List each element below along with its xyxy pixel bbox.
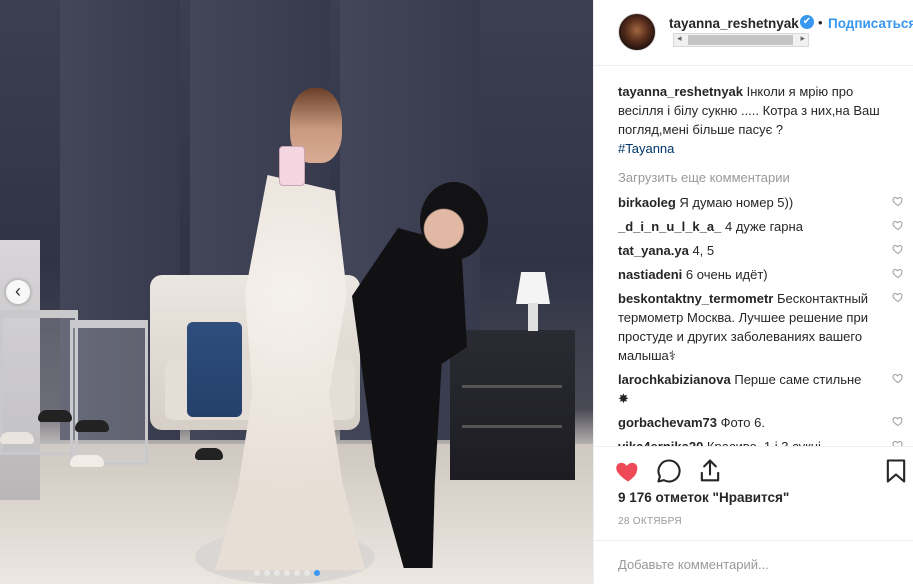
drawer-line: [462, 385, 562, 388]
hashtag-link[interactable]: #Tayanna: [618, 141, 674, 156]
likes-count[interactable]: 9 176 отметок "Нравится": [618, 490, 789, 505]
comment-row: nastiadeni 6 очень идёт): [618, 265, 903, 284]
carousel-dot: [284, 570, 290, 576]
comment-row: tat_yana.ya 4, 5: [618, 241, 903, 260]
comment-username[interactable]: tat_yana.ya: [618, 243, 689, 258]
post-header: tayanna_reshetnyak ✔ • Подписаться ◂ ▸: [594, 0, 913, 66]
drawer-line: [462, 425, 562, 428]
comment-row: vika4ernika20 Красиво, 1 і 3 сукні: [618, 437, 903, 446]
phone: [279, 146, 305, 186]
comment-row: _d_i_n_u_l_k_a_ 4 дуже гарна: [618, 217, 903, 236]
scroll-right-icon[interactable]: ▸: [800, 33, 805, 44]
comment-username[interactable]: beskontaktny_termometr: [618, 291, 773, 306]
action-bar: [594, 446, 913, 496]
comment-username[interactable]: vika4ernika20: [618, 439, 703, 446]
carousel-dot: [254, 570, 260, 576]
post-sidebar: tayanna_reshetnyak ✔ • Подписаться ◂ ▸ t…: [593, 0, 913, 584]
share-icon[interactable]: [696, 457, 724, 485]
lamp-base: [528, 303, 538, 331]
comment-row: larochkabizianova Перше саме стильне ✸: [618, 370, 903, 408]
verified-badge-icon: ✔: [800, 15, 814, 29]
comment-like-heart-icon[interactable]: [892, 415, 904, 427]
shoe: [70, 455, 104, 467]
comment-text: 4 дуже гарна: [724, 219, 803, 234]
shoe: [75, 420, 109, 432]
follow-button[interactable]: Подписаться: [828, 16, 913, 31]
carousel-dot: [314, 570, 320, 576]
comments-list: tayanna_reshetnyak Інколи я мрію про вес…: [618, 82, 903, 446]
add-comment-bar: [594, 540, 913, 584]
carousel-dot: [304, 570, 310, 576]
load-more-comments[interactable]: Загрузить еще комментарии: [618, 168, 894, 187]
comment-like-heart-icon[interactable]: [892, 267, 904, 279]
comment-like-heart-icon[interactable]: [892, 243, 904, 255]
comment-like-heart-icon[interactable]: [892, 372, 904, 384]
comment-like-heart-icon[interactable]: [892, 219, 904, 231]
assistant-head: [420, 182, 488, 260]
comment-text: 4, 5: [692, 243, 715, 258]
caption: tayanna_reshetnyak Інколи я мрію про вес…: [618, 82, 894, 158]
comment-bubble-icon[interactable]: [655, 457, 683, 485]
comment-username[interactable]: nastiadeni: [618, 267, 682, 282]
carousel-dots: [254, 570, 320, 576]
carousel-dot: [264, 570, 270, 576]
comment-row: birkaoleg Я думаю номер 5)): [618, 193, 903, 212]
comment-text: Фото 6.: [720, 415, 765, 430]
comment-like-heart-icon[interactable]: [892, 439, 904, 446]
shoe: [195, 448, 223, 460]
comments-scroll-area[interactable]: tayanna_reshetnyak Інколи я мрію про вес…: [594, 66, 913, 446]
shoe: [38, 410, 72, 422]
comment-like-heart-icon[interactable]: [892, 195, 904, 207]
comment-row: gorbachevam73 Фото 6.: [618, 413, 903, 432]
comment-input[interactable]: [616, 551, 890, 577]
comment-like-heart-icon[interactable]: [892, 291, 904, 303]
jeans: [187, 322, 242, 417]
comment-text: 6 очень идёт): [685, 267, 768, 282]
scroll-left-icon[interactable]: ◂: [677, 33, 682, 44]
lamp: [516, 272, 550, 304]
carousel-prev-button[interactable]: ‹: [6, 280, 30, 304]
comment-items: birkaoleg Я думаю номер 5)) _d_i_n_u_l_k_…: [618, 193, 903, 446]
post-date[interactable]: 28 ОКТЯБРЯ: [618, 516, 682, 527]
post-photo[interactable]: ‹: [0, 0, 593, 584]
carousel-dot: [294, 570, 300, 576]
separator-dot: •: [818, 15, 823, 30]
comment-username[interactable]: _d_i_n_u_l_k_a_: [618, 219, 721, 234]
comment-row: beskontaktny_termometr Бесконтактный тер…: [618, 289, 903, 365]
carousel-dot: [274, 570, 280, 576]
bookmark-icon[interactable]: [882, 457, 910, 485]
avatar[interactable]: [618, 13, 656, 51]
location-scrollbar[interactable]: ◂ ▸: [673, 33, 809, 47]
comment-username[interactable]: birkaoleg: [618, 195, 676, 210]
scrollbar-thumb[interactable]: [688, 35, 793, 45]
comment-username[interactable]: larochkabizianova: [618, 372, 731, 387]
like-heart-icon[interactable]: [614, 457, 642, 485]
caption-username[interactable]: tayanna_reshetnyak: [618, 84, 743, 99]
dresser: [450, 330, 575, 480]
comment-text: Я думаю номер 5)): [679, 195, 794, 210]
header-username[interactable]: tayanna_reshetnyak: [669, 16, 799, 31]
stool: [70, 320, 148, 465]
comment-text: Красиво, 1 і 3 сукні: [707, 439, 821, 446]
shoe: [0, 432, 34, 444]
comment-username[interactable]: gorbachevam73: [618, 415, 717, 430]
